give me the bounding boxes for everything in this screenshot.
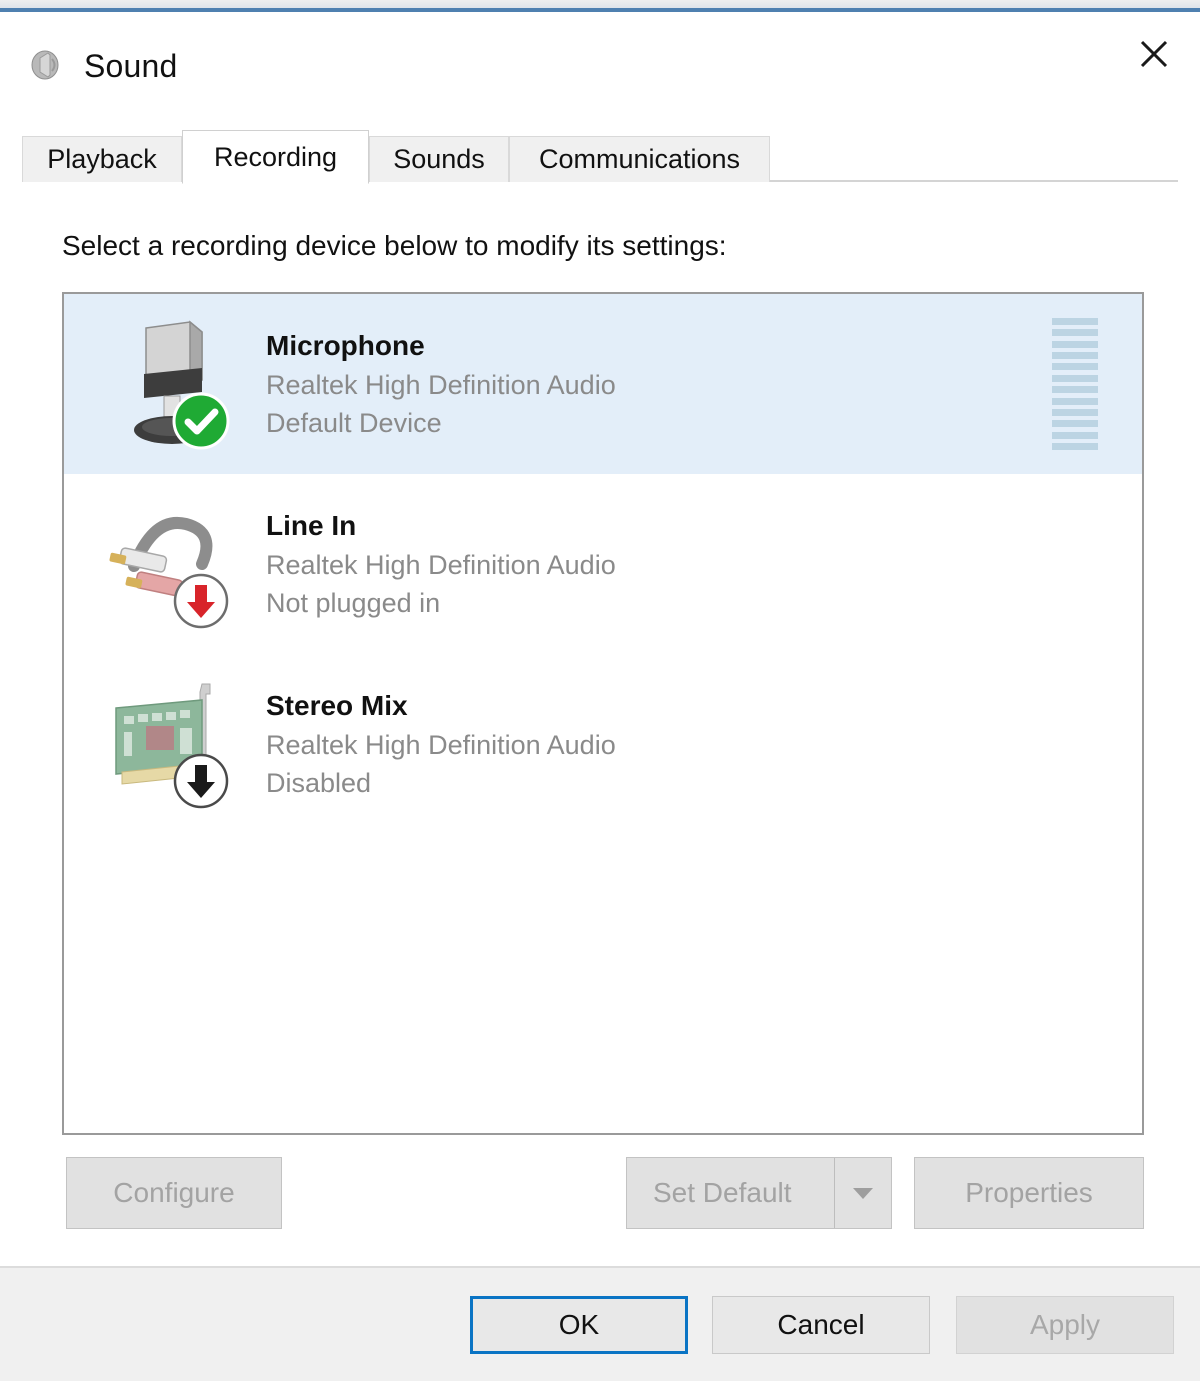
tab-recording[interactable]: Recording <box>182 130 369 184</box>
volume-meter <box>1052 318 1098 450</box>
chevron-down-icon <box>853 1188 873 1199</box>
dialog-body: Select a recording device below to modif… <box>0 182 1200 1268</box>
apply-button-label: Apply <box>1029 1309 1101 1340</box>
device-status: Not plugged in <box>266 587 441 618</box>
device-list-item[interactable]: Line In Realtek High Definition Audio No… <box>64 474 1142 654</box>
device-text-block: Microphone Realtek High Definition Audio… <box>266 326 616 442</box>
tab-sounds-label: Sounds <box>393 144 485 174</box>
speaker-icon <box>28 46 66 84</box>
configure-button-label: Configure <box>113 1177 235 1208</box>
window-title: Sound <box>84 48 178 84</box>
ok-button[interactable]: OK <box>470 1296 688 1354</box>
title-bar: Sound <box>0 12 1200 112</box>
sound-card-icon <box>106 674 242 814</box>
tab-sounds[interactable]: Sounds <box>369 136 509 182</box>
configure-button[interactable]: Configure <box>66 1157 282 1229</box>
device-text-block: Stereo Mix Realtek High Definition Audio… <box>266 686 616 802</box>
cancel-button-label: Cancel <box>777 1309 865 1340</box>
device-name: Microphone <box>266 329 425 361</box>
rca-cable-icon <box>106 494 242 634</box>
device-text-block: Line In Realtek High Definition Audio No… <box>266 506 616 622</box>
device-list[interactable]: Microphone Realtek High Definition Audio… <box>62 292 1144 1135</box>
close-button[interactable] <box>1108 12 1200 96</box>
close-icon <box>1140 40 1168 68</box>
black-down-arrow-badge <box>172 752 230 810</box>
set-default-button[interactable]: Set Default <box>626 1157 892 1229</box>
set-default-dropdown-arrow[interactable] <box>834 1158 891 1228</box>
device-driver: Realtek High Definition Audio <box>266 369 616 400</box>
device-name: Stereo Mix <box>266 689 408 721</box>
apply-button[interactable]: Apply <box>956 1296 1174 1354</box>
device-status: Default Device <box>266 407 442 438</box>
tab-communications[interactable]: Communications <box>509 136 770 182</box>
device-status: Disabled <box>266 767 372 798</box>
instruction-text: Select a recording device below to modif… <box>62 230 727 261</box>
red-down-arrow-badge <box>172 572 230 630</box>
properties-button-label: Properties <box>965 1177 1093 1208</box>
tab-communications-label: Communications <box>538 144 741 174</box>
window-top-shade <box>0 0 1200 8</box>
tab-playback[interactable]: Playback <box>22 136 182 182</box>
device-action-buttons: Configure Set Default Properties <box>0 1157 1200 1237</box>
device-name: Line In <box>266 509 357 541</box>
sound-dialog: Sound Playback Recording Sounds Communic… <box>0 0 1200 1381</box>
tab-playback-label: Playback <box>47 144 157 174</box>
properties-button[interactable]: Properties <box>914 1157 1144 1229</box>
tab-strip: Playback Recording Sounds Communications <box>22 130 1178 184</box>
device-list-item[interactable]: Stereo Mix Realtek High Definition Audio… <box>64 654 1142 834</box>
set-default-button-label: Set Default <box>653 1177 792 1208</box>
ok-button-label: OK <box>558 1309 600 1340</box>
device-driver: Realtek High Definition Audio <box>266 729 616 760</box>
microphone-icon <box>106 314 242 454</box>
tab-recording-label: Recording <box>213 141 338 172</box>
dialog-footer: OK Cancel Apply <box>0 1268 1200 1381</box>
green-check-badge <box>172 392 230 450</box>
device-driver: Realtek High Definition Audio <box>266 549 616 580</box>
device-list-item[interactable]: Microphone Realtek High Definition Audio… <box>64 294 1142 474</box>
cancel-button[interactable]: Cancel <box>712 1296 930 1354</box>
